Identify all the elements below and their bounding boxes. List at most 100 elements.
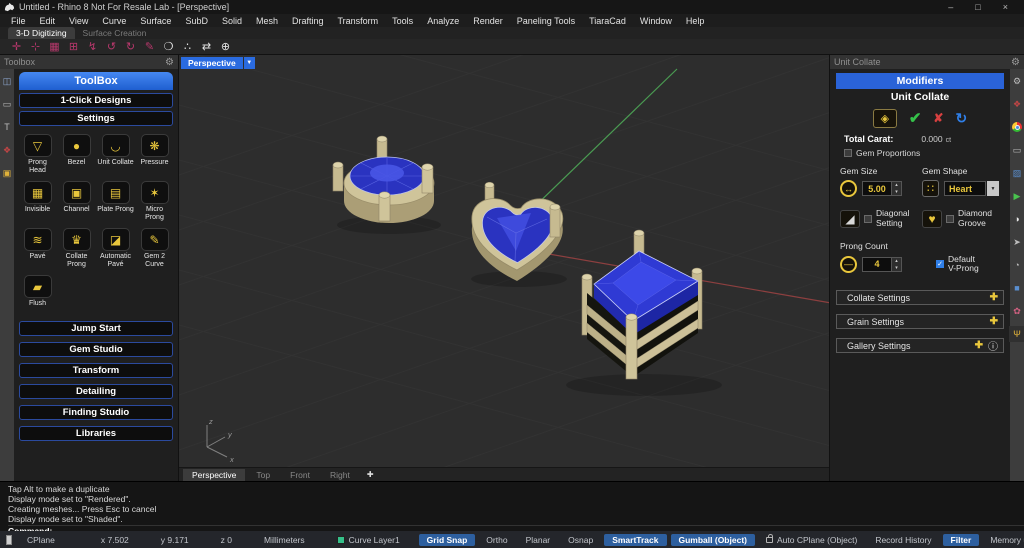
swap-loop-icon[interactable]: ⇄ (200, 40, 213, 54)
toolbox-tab-icon[interactable]: ▣ (1, 167, 13, 179)
default-vprong-checkbox[interactable]: ✓ (936, 260, 944, 268)
unit-collate-titlebar[interactable]: Unit Collate ⚙ (830, 55, 1024, 69)
menu-paneling-tools[interactable]: Paneling Tools (510, 16, 582, 26)
cushion-basket-object[interactable] (566, 230, 722, 396)
gem-size-spinner[interactable]: 5.00 ▴ ▾ (862, 181, 902, 196)
settings-button[interactable]: Settings (19, 111, 173, 126)
monitor-icon[interactable]: ▭ (1, 98, 13, 110)
toolbox-header[interactable]: ToolBox (19, 72, 173, 90)
vtab-perspective[interactable]: Perspective (183, 469, 245, 481)
render-style-icon[interactable]: ❖ (1011, 98, 1023, 110)
gallery-settings-section[interactable]: Gallery Settings ✚ ⓘ (836, 338, 1004, 353)
probe-sphere-icon[interactable]: ❍ (162, 40, 175, 54)
tile-unit-collate[interactable]: ◡ Unit Collate (97, 134, 134, 175)
play-icon[interactable]: ▶ (1011, 190, 1023, 202)
box-display-icon[interactable]: ◫ (1, 75, 13, 87)
command-area[interactable]: Tap Alt to make a duplicate Display mode… (0, 481, 1024, 531)
menu-surface[interactable]: Surface (133, 16, 178, 26)
minimize-button[interactable]: – (948, 2, 953, 12)
digitize-point-icon[interactable]: ⊹ (29, 40, 42, 54)
spin-down-icon[interactable]: ▾ (892, 189, 901, 196)
reset-icon[interactable]: ↻ (955, 110, 967, 127)
tab-3d-digitizing[interactable]: 3-D Digitizing (8, 27, 75, 39)
material-icon[interactable]: ■ (1011, 282, 1023, 294)
tile-plate-prong[interactable]: ▤ Plate Prong (97, 181, 134, 222)
plus-icon[interactable]: ✚ (990, 292, 998, 303)
confirm-icon[interactable]: ✔ (909, 109, 922, 127)
prong-panel-icon[interactable]: Ψ (1011, 328, 1023, 340)
filter-toggle[interactable]: Filter (943, 534, 980, 546)
digitize-sketch-icon[interactable]: ✎ (143, 40, 156, 54)
grain-settings-section[interactable]: Grain Settings ✚ (836, 314, 1004, 329)
gumball-toggle[interactable]: Gumball (Object) (671, 534, 755, 546)
contrast-icon[interactable]: ◑ (1011, 213, 1023, 225)
add-viewport-icon[interactable]: ✚ (361, 470, 380, 479)
spin-down-icon[interactable]: ▾ (892, 265, 901, 272)
menu-tools[interactable]: Tools (385, 16, 420, 26)
menu-analyze[interactable]: Analyze (420, 16, 466, 26)
status-units[interactable]: Millimeters (255, 535, 314, 545)
digitize-calibrate-icon[interactable]: ✛ (10, 40, 23, 54)
menu-transform[interactable]: Transform (331, 16, 386, 26)
circle-center-icon[interactable]: ⊕ (219, 40, 232, 54)
spin-up-icon[interactable]: ▴ (892, 182, 901, 189)
smarttrack-toggle[interactable]: SmartTrack (604, 534, 666, 546)
gear-icon[interactable]: ⚙ (165, 57, 174, 68)
gem-studio-button[interactable]: Gem Studio (19, 342, 173, 357)
menu-help[interactable]: Help (679, 16, 712, 26)
record-history-toggle[interactable]: Record History (866, 535, 940, 545)
collate-settings-section[interactable]: Collate Settings ✚ (836, 290, 1004, 305)
osnap-toggle[interactable]: Osnap (559, 535, 602, 545)
tile-pave[interactable]: ≋ Pavé (19, 228, 56, 269)
pointer-icon[interactable]: ➤ (1011, 236, 1023, 248)
perspective-viewport[interactable]: Perspective ▼ (178, 55, 830, 481)
probe-icon[interactable]: ◔ (1011, 259, 1023, 271)
diamond-groove-checkbox[interactable] (946, 215, 954, 223)
digitize-section-icon[interactable]: ⊞ (67, 40, 80, 54)
gem-preview-button[interactable]: ◈ (873, 109, 897, 128)
libraries-button[interactable]: Libraries (19, 426, 173, 441)
tile-automatic-pave[interactable]: ◪ Automatic Pavé (97, 228, 134, 269)
tile-micro-prong[interactable]: ✶ Micro Prong (136, 181, 173, 222)
maximize-button[interactable]: □ (975, 2, 980, 12)
menu-file[interactable]: File (4, 16, 33, 26)
one-click-designs-button[interactable]: 1-Click Designs (19, 93, 173, 108)
tile-bezel[interactable]: ● Bezel (58, 134, 95, 175)
viewport-title[interactable]: Perspective (181, 57, 243, 69)
plus-icon[interactable]: ✚ (975, 340, 983, 351)
status-layer[interactable]: Curve Layer1 (328, 535, 409, 545)
digitize-rotate-right-icon[interactable]: ↻ (124, 40, 137, 54)
menu-mesh[interactable]: Mesh (249, 16, 285, 26)
tile-gem-2-curve[interactable]: ✎ Gem 2 Curve (136, 228, 173, 269)
tile-flush[interactable]: ▰ Flush (19, 275, 56, 308)
gem-proportions-checkbox[interactable] (844, 149, 852, 157)
detailing-button[interactable]: Detailing (19, 384, 173, 399)
menu-view[interactable]: View (62, 16, 95, 26)
prong-count-spinner[interactable]: 4 ▴ ▾ (862, 257, 902, 272)
vtab-right[interactable]: Right (321, 469, 359, 481)
menu-subd[interactable]: SubD (178, 16, 215, 26)
close-button[interactable]: × (1003, 2, 1008, 12)
ortho-toggle[interactable]: Ortho (477, 535, 516, 545)
grid-snap-toggle[interactable]: Grid Snap (419, 534, 476, 546)
tab-surface-creation[interactable]: Surface Creation (75, 27, 155, 39)
tile-channel[interactable]: ▣ Channel (58, 181, 95, 222)
toolbox-panel-titlebar[interactable]: Toolbox ⚙ (0, 55, 178, 69)
status-cplane[interactable]: CPlane (18, 535, 64, 545)
gem-shape-dropdown[interactable]: Heart ▼ (944, 181, 999, 196)
point-cloud-icon[interactable]: ∴ (181, 40, 194, 54)
scene-canvas[interactable]: z y x (179, 55, 829, 467)
menu-drafting[interactable]: Drafting (285, 16, 331, 26)
digitize-curve-icon[interactable]: ↯ (86, 40, 99, 54)
monitor-icon[interactable]: ▭ (1011, 144, 1023, 156)
browser-icon[interactable] (1011, 121, 1023, 133)
render-style-icon[interactable]: ❖ (1, 144, 13, 156)
viewport-scene[interactable]: Perspective ▼ (179, 55, 829, 467)
cancel-icon[interactable]: ✘ (933, 111, 943, 125)
menu-render[interactable]: Render (466, 16, 510, 26)
tile-invisible[interactable]: ▦ Invisible (19, 181, 56, 222)
image-icon[interactable]: ▨ (1011, 167, 1023, 179)
gear-icon[interactable]: ⚙ (1011, 75, 1023, 87)
menu-solid[interactable]: Solid (215, 16, 249, 26)
menu-window[interactable]: Window (633, 16, 679, 26)
